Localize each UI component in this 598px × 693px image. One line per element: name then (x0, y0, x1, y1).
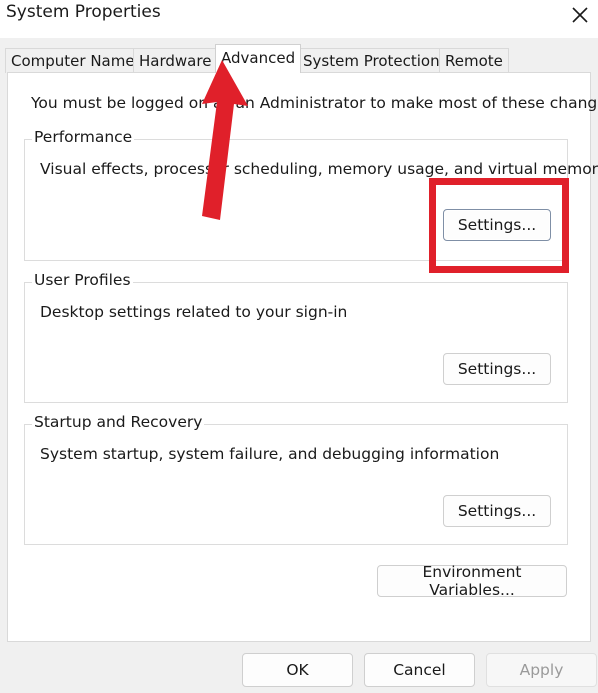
apply-button[interactable]: Apply (486, 653, 597, 687)
user-profiles-group: User Profiles Desktop settings related t… (24, 271, 568, 403)
tab-system-protection[interactable]: System Protection (297, 48, 446, 73)
startup-recovery-settings-button[interactable]: Settings... (443, 495, 551, 527)
performance-group: Performance Visual effects, processor sc… (24, 128, 598, 261)
tab-remote[interactable]: Remote (439, 48, 509, 73)
advanced-tab-panel: You must be logged on as an Administrato… (7, 72, 598, 642)
close-icon (572, 7, 588, 23)
ok-button[interactable]: OK (242, 653, 353, 687)
user-profiles-label: User Profiles (32, 271, 133, 289)
startup-recovery-label: Startup and Recovery (32, 413, 205, 431)
environment-variables-button[interactable]: Environment Variables... (377, 563, 567, 599)
performance-description: Visual effects, processor scheduling, me… (40, 160, 598, 178)
user-profiles-settings-button[interactable]: Settings... (443, 353, 551, 385)
tab-computer-name[interactable]: Computer Name (5, 48, 141, 73)
system-properties-window: System Properties Computer Name Hardware… (0, 0, 598, 693)
cancel-button[interactable]: Cancel (364, 653, 475, 687)
close-button[interactable] (562, 0, 598, 30)
tab-advanced[interactable]: Advanced (215, 44, 302, 73)
title-bar: System Properties (0, 0, 598, 38)
dialog-footer: OK Cancel Apply (0, 648, 598, 693)
performance-label: Performance (32, 128, 135, 146)
user-profiles-description: Desktop settings related to your sign-in (40, 303, 348, 321)
admin-notice: You must be logged on as an Administrato… (31, 94, 598, 112)
startup-recovery-description: System startup, system failure, and debu… (40, 445, 500, 463)
performance-settings-button[interactable]: Settings... (443, 209, 551, 241)
tab-hardware[interactable]: Hardware (133, 48, 218, 73)
window-title: System Properties (6, 2, 161, 22)
startup-recovery-group: Startup and Recovery System startup, sys… (24, 413, 568, 545)
